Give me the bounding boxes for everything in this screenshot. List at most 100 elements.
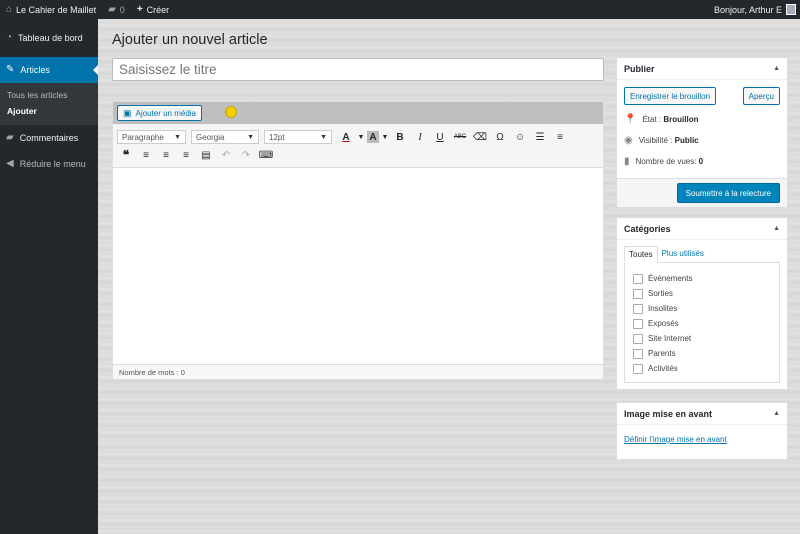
category-item[interactable]: Sorties [633,286,779,301]
tab-popular-categories[interactable]: Plus utilisés [658,246,708,263]
comment-icon: ▰ [108,3,116,15]
plus-icon: + [136,3,143,15]
paste-text-icon[interactable]: ▤ [197,147,215,163]
category-label: Parents [648,349,676,358]
text-color-icon[interactable]: A [337,129,355,145]
category-label: Activités [648,364,678,373]
menu-label: Réduire le menu [19,159,86,169]
add-media-button[interactable]: ▣ Ajouter un média [117,105,202,121]
checkbox[interactable] [633,333,643,344]
home-icon: ⌂ [6,3,13,15]
pin-icon: ✎ [6,64,15,75]
bold-icon[interactable]: B [391,129,409,145]
add-media-label: Ajouter un média [135,108,196,118]
views-label: Nombre de vues: [635,157,699,166]
redo-icon[interactable]: ↷ [237,147,255,163]
collapse-icon: ◀ [6,158,14,169]
collapse-arrow-icon[interactable]: ▲ [773,225,780,232]
background-color-icon[interactable]: A [367,131,379,143]
publish-box: Publier ▲ Enregistrer le brouillon Aperç… [616,57,788,207]
special-character-icon[interactable]: Ω [491,129,509,145]
editor-toolbar: Paragraphe ▼ Georgia ▼ 12pt ▼ A ▼ A ▼ B I U… [113,124,603,168]
content-editor-area[interactable] [113,168,603,364]
admin-sidebar: ◔ Tableau de bord ✎ Articles Tous les ar… [0,19,98,534]
publish-title: Publier [624,63,655,74]
set-featured-image-link[interactable]: Définir l’image mise en avant [624,435,727,444]
chart-icon: ▮ [624,155,630,167]
dashboard-icon: ◔ [6,32,13,43]
new-label: Créer [146,4,170,15]
mouse-cursor-icon [225,106,237,118]
comments-count: 0 [119,4,125,15]
admin-bar: ⌂ Le Cahier de Maillet ▰ 0 + Créer Bonjo… [0,0,800,19]
publish-actions: Enregistrer le brouillon Aperçu [617,80,787,109]
views-value: 0 [698,157,704,166]
tab-all-categories[interactable]: Toutes [624,246,658,263]
preview-button[interactable]: Aperçu [742,87,780,105]
word-count: Nombre de mots : 0 [113,364,603,379]
checkbox[interactable] [633,273,643,284]
save-draft-button[interactable]: Enregistrer le brouillon [624,87,717,105]
category-item[interactable]: Événements [633,271,779,286]
featured-image-box: Image mise en avant ▲ Définir l’image mi… [616,402,788,460]
collapse-arrow-icon[interactable]: ▲ [773,65,780,72]
checkbox[interactable] [633,303,643,314]
publish-header[interactable]: Publier ▲ [617,58,787,80]
keyboard-shortcuts-icon[interactable]: ⌨ [257,147,275,163]
numbered-list-icon[interactable]: ≡ [551,129,569,145]
categories-header[interactable]: Catégories ▲ [617,218,787,240]
undo-icon[interactable]: ↶ [217,147,235,163]
strikethrough-icon[interactable]: ABC [451,129,469,145]
checkbox[interactable] [633,318,643,329]
bullet-list-icon[interactable]: ☰ [531,129,549,145]
checkbox[interactable] [633,348,643,359]
site-name-link[interactable]: ⌂ Le Cahier de Maillet [0,0,102,19]
italic-icon[interactable]: I [411,129,429,145]
eye-icon: ◉ [624,134,633,146]
chevron-down-icon[interactable]: ▼ [381,129,389,145]
collapse-arrow-icon[interactable]: ▲ [773,410,780,417]
media-bar: ▣ Ajouter un média [113,102,603,124]
category-item[interactable]: Site Internet [633,331,779,346]
category-label: Sorties [648,289,673,298]
format-value: Paragraphe [122,132,164,142]
visibility-row: ◉ Visibilité : Public [617,130,787,151]
category-label: Événements [648,274,693,283]
clear-formatting-icon[interactable]: ⌫ [471,129,489,145]
categories-box: Catégories ▲ Toutes Plus utilisés Événem… [616,217,788,390]
align-right-icon[interactable]: ≡ [177,147,195,163]
category-item[interactable]: Insolites [633,301,779,316]
featured-image-header[interactable]: Image mise en avant ▲ [617,403,787,425]
submenu-add-post[interactable]: Ajouter [0,103,98,119]
category-label: Site Internet [648,334,692,343]
category-item[interactable]: Parents [633,346,779,361]
submenu-all-posts[interactable]: Tous les articles [0,87,98,103]
post-title-input[interactable] [112,58,604,81]
page-title: Ajouter un nouvel article [112,32,268,48]
align-left-icon[interactable]: ≡ [137,147,155,163]
category-item[interactable]: Activités [633,361,779,376]
emoji-icon[interactable]: ☺ [511,129,529,145]
site-name: Le Cahier de Maillet [16,4,97,15]
my-account-link[interactable]: Bonjour, Arthur E [708,0,800,19]
checkbox[interactable] [633,288,643,299]
align-center-icon[interactable]: ≡ [157,147,175,163]
size-select[interactable]: 12pt ▼ [264,130,332,144]
avatar [786,4,796,15]
menu-item-posts[interactable]: ✎ Articles [0,57,98,83]
posts-submenu: Tous les articles Ajouter [0,83,98,125]
submit-review-button[interactable]: Soumettre à la relecture [676,183,780,203]
blockquote-icon[interactable]: ❝ [117,147,135,163]
menu-item-dashboard[interactable]: ◔ Tableau de bord [0,25,98,51]
new-content-link[interactable]: + Créer [131,0,175,19]
menu-item-comments[interactable]: ▰ Commentaires [0,125,98,151]
checkbox[interactable] [633,363,643,374]
comments-link[interactable]: ▰ 0 [102,0,131,19]
media-icon: ▣ [123,107,132,118]
underline-icon[interactable]: U [431,129,449,145]
format-select[interactable]: Paragraphe ▼ [117,130,186,144]
font-select[interactable]: Georgia ▼ [191,130,259,144]
collapse-menu-button[interactable]: ◀ Réduire le menu [0,151,98,177]
category-item[interactable]: Exposés [633,316,779,331]
chevron-down-icon[interactable]: ▼ [357,129,365,145]
